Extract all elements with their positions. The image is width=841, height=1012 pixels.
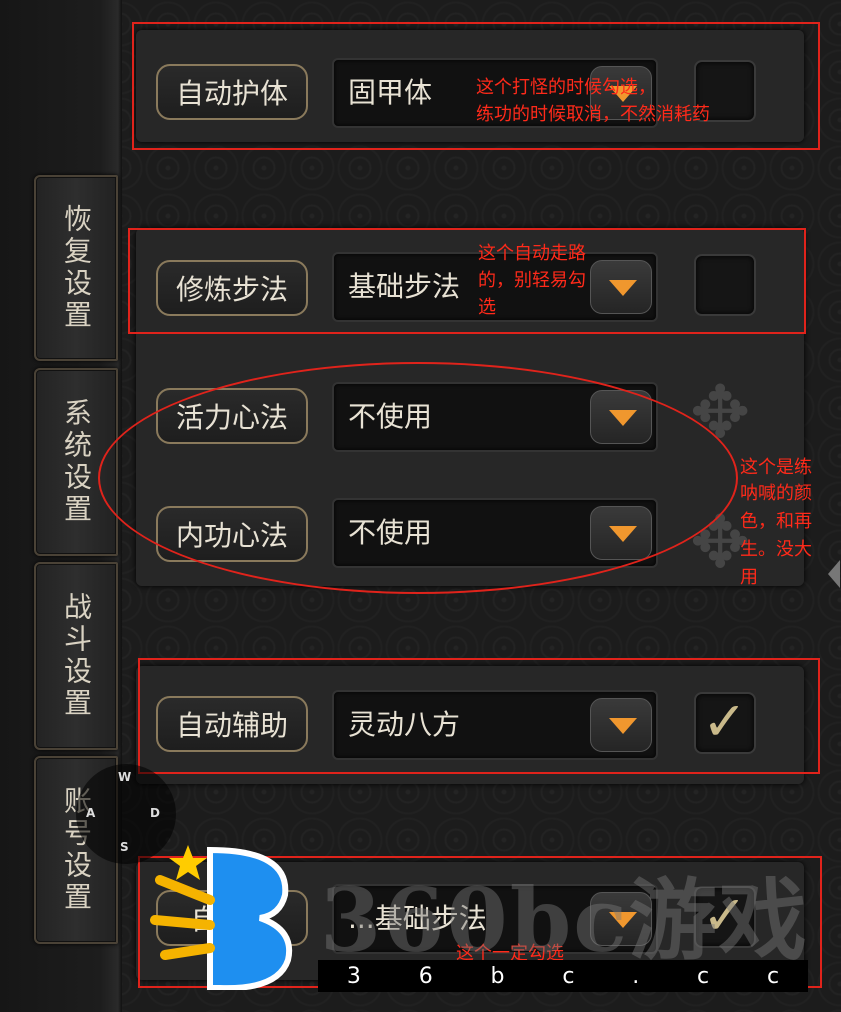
annotation-text: 用: [740, 567, 758, 588]
watermark-char: 6: [418, 963, 433, 989]
watermark-char: c: [697, 963, 710, 989]
tab-combat-settings[interactable]: 战斗设置: [34, 562, 118, 750]
watermark-char: c: [562, 963, 575, 989]
annotation-text: 这个打怪的时候勾选，: [476, 77, 656, 98]
annotation-text: 的，别轻易勾: [478, 270, 586, 291]
watermark-char: b: [490, 963, 505, 989]
annotation-text: 这个自动走路: [478, 243, 586, 264]
compass-east-label: D: [150, 806, 160, 820]
annotation-box: [128, 228, 806, 334]
annotation-text: 呐喊的颜: [740, 483, 812, 504]
watermark-char: 3: [346, 963, 361, 989]
tab-label: 系统设置: [60, 398, 93, 526]
annotation-text: 练功的时候取消，不然消耗药: [476, 104, 710, 125]
watermark-logo-icon: [150, 845, 293, 990]
annotation-box: [138, 658, 820, 774]
tab-recovery-settings[interactable]: 恢复设置: [34, 175, 118, 361]
watermark-url-strip: 3 6 b c . c c: [318, 960, 808, 992]
annotation-text: 色，和再: [740, 511, 812, 532]
annotation-text: 生。没大: [740, 539, 812, 560]
compass-north-label: W: [118, 770, 132, 784]
compass-west-label: A: [86, 806, 96, 820]
annotation-text: 这个是练: [740, 457, 812, 478]
tab-label: 恢复设置: [60, 204, 93, 332]
annotation-text: 选: [478, 297, 496, 318]
collapse-arrow-icon[interactable]: [828, 560, 840, 588]
tab-label: 战斗设置: [60, 592, 93, 720]
annotation-ellipse: [98, 362, 738, 594]
compass-south-label: S: [120, 840, 129, 854]
watermark-char: c: [766, 963, 780, 989]
watermark-char: .: [632, 963, 640, 989]
watermark-text: 360bc游戏: [320, 868, 809, 972]
